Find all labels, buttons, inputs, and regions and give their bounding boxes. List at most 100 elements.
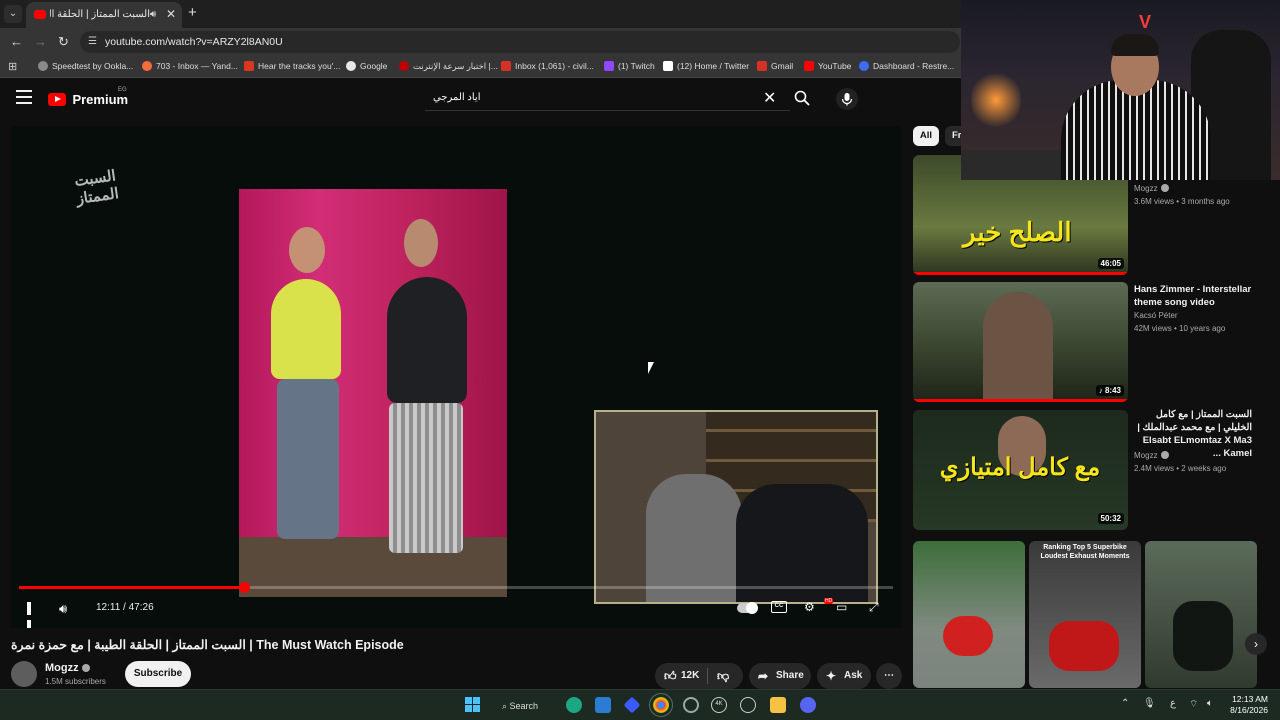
thumbnail-figure — [983, 292, 1053, 402]
youtube-favicon-icon — [34, 10, 46, 19]
4k-downloader-icon[interactable]: 4K — [711, 697, 727, 713]
short-card[interactable]: Ranking Top 5 Superbike Loudest Exhaust … — [1029, 541, 1141, 688]
recommendation-meta: 3.6M views • 3 months ago — [1134, 197, 1230, 206]
ask-button[interactable]: ✦ Ask — [817, 663, 871, 689]
scrubber-handle[interactable] — [238, 582, 250, 593]
forward-arrow-icon[interactable]: → — [34, 34, 47, 49]
youtube-play-logo-icon — [48, 93, 66, 106]
browser-tab-active[interactable]: السبت الممتاز | الحلقة ال (31) 🔊︎ ✕ — [26, 2, 182, 28]
dislike-icon[interactable]: 👎︎ — [717, 663, 729, 689]
tray-volume-icon[interactable]: 🔈︎ — [1207, 698, 1213, 709]
reload-icon[interactable]: ↻ — [58, 34, 69, 50]
main-video-frame — [239, 189, 507, 597]
outlook-icon[interactable] — [595, 697, 611, 713]
twitch-icon — [604, 61, 614, 71]
short-card[interactable] — [913, 541, 1025, 688]
bookmark-item[interactable]: Google — [346, 61, 387, 71]
channel-name[interactable]: Mogzz — [45, 662, 90, 674]
app-w-icon[interactable] — [740, 697, 756, 713]
short-thumbnail-figure — [1049, 621, 1119, 671]
video-person-1-shirt — [271, 279, 341, 379]
bookmark-item[interactable]: (1) Twitch — [604, 61, 655, 71]
taskbar-search[interactable]: ⌕ Search — [498, 696, 554, 716]
youtube-premium-logo[interactable]: Premium — [48, 91, 128, 109]
recommendation-title[interactable]: Hans Zimmer - Interstellar theme song vi… — [1134, 283, 1264, 309]
youtube-header: Premium EG اياد المرجي ✕ — [0, 78, 960, 122]
google-icon — [346, 61, 356, 71]
more-actions-icon[interactable]: ⋯ — [876, 663, 902, 689]
omnibox[interactable]: ☰ youtube.com/watch?v=ARZY2l8AN0U — [80, 31, 960, 53]
bookmark-item[interactable]: اختبار سرعة الإنترنت |... — [399, 61, 498, 72]
mouse-cursor-icon — [648, 362, 654, 374]
microphone-icon[interactable] — [836, 88, 858, 110]
chrome-icon[interactable] — [649, 693, 673, 717]
search-icon[interactable] — [794, 90, 810, 106]
tab-search-dropdown-icon[interactable]: ⌄ — [4, 5, 22, 23]
chip-all[interactable]: All — [913, 126, 939, 146]
search-input[interactable]: اياد المرجي — [433, 92, 480, 103]
windows-start-icon[interactable] — [465, 697, 481, 713]
speaker-icon[interactable]: 🔊︎ — [150, 9, 156, 20]
bookmark-item[interactable]: YouTube — [804, 61, 851, 71]
tray-microphone-icon[interactable]: 🎙︎ — [1143, 698, 1156, 709]
like-count[interactable]: 12K — [681, 663, 699, 689]
back-arrow-icon[interactable]: ← — [10, 34, 23, 49]
recommendation-thumbnail[interactable]: ♪ 8:43 — [913, 282, 1128, 402]
recommendation-thumbnail[interactable]: مع كامل امتيازي 50:32 — [913, 410, 1128, 530]
youtube-icon — [804, 61, 814, 71]
site-info-icon[interactable]: ☰ — [88, 36, 97, 47]
url-text[interactable]: youtube.com/watch?v=ARZY2l8AN0U — [105, 36, 283, 48]
shorts-next-arrow-icon[interactable]: › — [1245, 633, 1267, 655]
close-tab-icon[interactable]: ✕ — [166, 7, 176, 21]
pause-button[interactable] — [27, 602, 39, 628]
short-thumbnail-figure — [1173, 601, 1233, 671]
restream-icon — [859, 61, 869, 71]
bookmark-item[interactable]: Dashboard - Restre... — [859, 61, 954, 71]
player-controls: 🔊︎ 12:11 / 47:26 CC ⚙ HD ▭ ⤢ — [11, 596, 901, 628]
bookmark-favicon-icon — [244, 61, 254, 71]
tray-clock[interactable]: 12:13 AM 8/16/2026 — [1224, 694, 1268, 716]
theater-mode-icon[interactable]: ▭ — [836, 600, 847, 614]
recommendation-channel[interactable]: Kacsó Péter — [1134, 311, 1178, 320]
sparkle-icon: ✦ — [826, 669, 837, 683]
bookmark-favicon-icon — [38, 61, 48, 71]
edge-browser-icon[interactable] — [566, 697, 582, 713]
divider — [707, 668, 708, 684]
tray-wifi-icon[interactable]: ⌔ — [1189, 698, 1198, 711]
recommendation-channel[interactable]: Mogzz — [1134, 451, 1169, 460]
apps-grid-icon[interactable]: ⊞ — [8, 60, 17, 73]
webcam-neon-sign: V — [1139, 12, 1152, 32]
short-card[interactable] — [1145, 541, 1257, 688]
progress-bar[interactable] — [19, 582, 893, 593]
bookmark-item[interactable]: Gmail — [757, 61, 793, 71]
hamburger-menu-icon[interactable] — [16, 90, 32, 104]
bookmark-item[interactable]: 703 - Inbox — Yand... — [142, 61, 238, 71]
tray-language[interactable]: ع — [1170, 698, 1176, 709]
volume-icon[interactable]: 🔊︎ — [59, 601, 67, 617]
short-caption: Ranking Top 5 Superbike Loudest Exhaust … — [1040, 544, 1130, 560]
settings-gear-icon[interactable]: ⚙ — [804, 600, 815, 614]
subscribe-button[interactable]: Subscribe — [125, 661, 191, 687]
like-icon[interactable]: 👍︎ — [664, 663, 677, 689]
video-player[interactable]: السبت الممتاز 🔊︎ 12:11 / 47:26 CC ⚙ HD ▭… — [11, 126, 901, 628]
file-explorer-icon[interactable] — [770, 697, 786, 713]
subtitles-button[interactable]: CC — [771, 601, 787, 613]
pip-person-left — [646, 474, 742, 602]
app-circle-icon[interactable] — [683, 697, 699, 713]
fullscreen-icon[interactable]: ⤢ — [869, 600, 879, 615]
channel-avatar[interactable] — [11, 661, 37, 687]
new-tab-button[interactable]: + — [188, 4, 197, 21]
autoplay-toggle[interactable] — [737, 602, 758, 614]
tray-chevron-up-icon[interactable]: ⌃ — [1121, 698, 1129, 709]
share-button[interactable]: ➦ Share — [749, 663, 811, 689]
bookmark-item[interactable]: Speedtest by Ookla... — [38, 61, 133, 71]
recommendation-channel[interactable]: Mogzz — [1134, 184, 1169, 193]
app-diamond-icon[interactable] — [623, 696, 641, 714]
discord-icon[interactable] — [800, 697, 816, 713]
bookmark-item[interactable]: (12) Home / Twitter — [663, 61, 749, 71]
bookmark-item[interactable]: Inbox (1,061) - civil... — [501, 61, 594, 71]
webcam-streamer-hair — [1111, 34, 1159, 56]
clear-search-icon[interactable]: ✕ — [763, 88, 776, 108]
bookmark-item[interactable]: Hear the tracks you'... — [244, 61, 340, 71]
search-box[interactable]: اياد المرجي ✕ — [425, 87, 790, 111]
